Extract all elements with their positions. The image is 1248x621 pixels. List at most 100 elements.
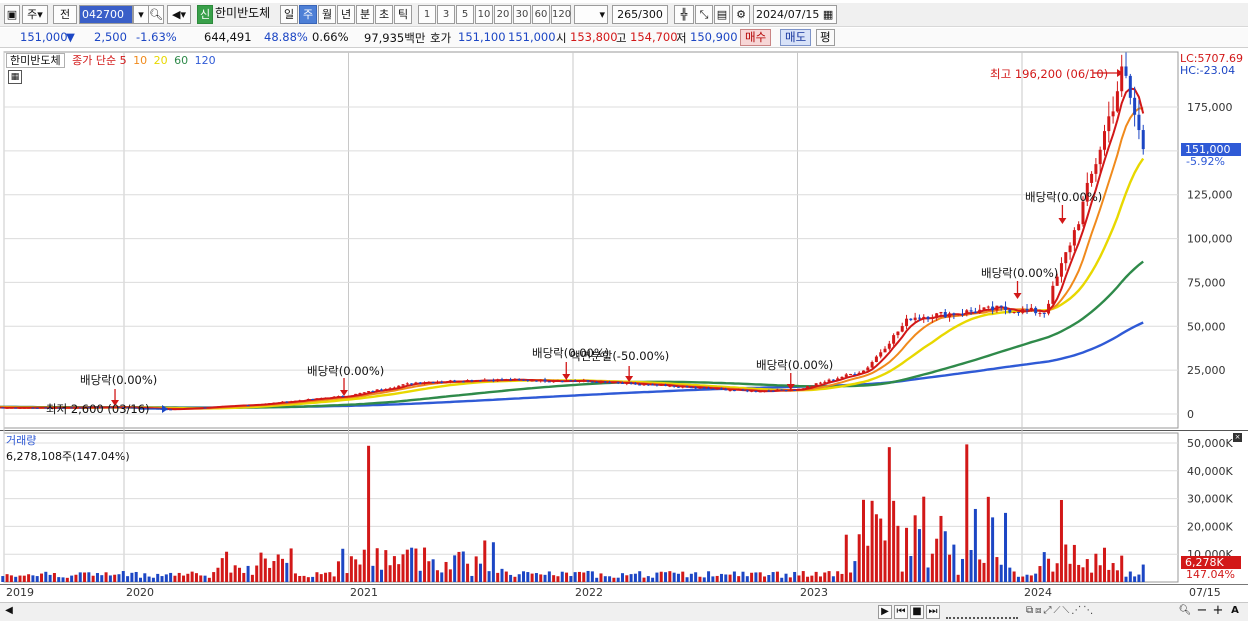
candle-body [448, 380, 452, 382]
volume-bar [702, 577, 706, 582]
tab-second[interactable]: 초 [375, 5, 393, 24]
volume-bar [483, 540, 487, 582]
pyeong-button[interactable]: 평 [816, 29, 835, 46]
candle-body [982, 307, 986, 310]
candle-body [831, 379, 835, 381]
volume-bar [935, 538, 939, 582]
volume-bar [1042, 552, 1046, 582]
scroll-rewind-icon[interactable]: ⏮ [894, 605, 908, 619]
legend-stock-name[interactable]: 한미반도체 [6, 53, 65, 68]
volume-bar [281, 558, 285, 582]
volume-bar [130, 572, 134, 582]
volume-bar [440, 572, 444, 582]
volume-bar [973, 508, 977, 582]
volume-bar [978, 559, 982, 582]
volume-bar [461, 551, 465, 582]
toolbar: ▣ 주▾ 전 042700 ▾ 🔍︎ ◀▾ 신 한미반도체 일 주 월 년 분 … [0, 3, 1248, 27]
candle-body [599, 381, 603, 383]
candle-body [780, 389, 784, 391]
tools-icon[interactable]: ⤡ [695, 5, 713, 24]
zoom-out-icon[interactable]: − [1196, 604, 1208, 619]
tab-week[interactable]: 주 [299, 5, 317, 24]
tab-month[interactable]: 월 [318, 5, 336, 24]
candle-body [534, 380, 538, 382]
price-chart[interactable]: 175,000150,000125,000100,00075,00050,000… [0, 50, 1248, 602]
save-icon[interactable]: ▤ [714, 5, 730, 24]
candle-type-icon[interactable]: ╬ [674, 5, 694, 24]
candle-body [259, 404, 263, 406]
interval-10[interactable]: 10 [475, 5, 493, 24]
volume-bar [991, 517, 995, 582]
data-table-icon[interactable]: ▦ [8, 70, 22, 84]
interval-20[interactable]: 20 [494, 5, 512, 24]
search-icon[interactable]: 🔍︎ [148, 5, 164, 24]
scroll-fastforward-icon[interactable]: ⏭ [926, 605, 940, 619]
candle-body [1102, 131, 1106, 150]
volume-bar [52, 573, 56, 582]
scroll-next-icon[interactable]: ▶ [878, 605, 892, 619]
volume-bar [242, 572, 246, 582]
candle-body [986, 306, 990, 308]
close-panel-icon[interactable]: × [1233, 433, 1242, 442]
volume-bar [780, 577, 784, 582]
stop-icon[interactable]: ■ [910, 605, 924, 619]
volume-bar [582, 572, 586, 582]
volume-bar [31, 575, 35, 582]
prev-button[interactable]: 전 [53, 5, 77, 24]
scroll-left-icon[interactable]: ◀ [4, 605, 14, 619]
volume-bar [547, 571, 551, 582]
price-tick-label: 75,000 [1187, 276, 1226, 289]
zoom-slider[interactable] [946, 605, 1018, 619]
tab-minute[interactable]: 분 [356, 5, 374, 24]
volume-bar [745, 576, 749, 582]
shin-badge[interactable]: 신 [197, 5, 213, 24]
volume-bar [384, 550, 388, 582]
interval-30[interactable]: 30 [513, 5, 531, 24]
volume-bar [1047, 558, 1051, 582]
gear-icon[interactable]: ⚙ [732, 5, 750, 24]
font-size-icon[interactable]: A [1228, 605, 1242, 619]
calendar-icon[interactable]: ▦ [823, 8, 833, 21]
volume-bar [160, 576, 164, 582]
interval-1[interactable]: 1 [418, 5, 436, 24]
volume-tick-label: 20,000K [1187, 520, 1233, 533]
price-change: 2,500 [94, 30, 127, 44]
volume-bar [1081, 567, 1085, 582]
tab-tick[interactable]: 틱 [394, 5, 412, 24]
date-input[interactable]: 2024/07/15 ▦ [753, 5, 837, 24]
candle-body [311, 399, 315, 401]
volume-bar [190, 571, 194, 582]
candle-body [466, 380, 470, 382]
dividend-label-2019: 배당락(0.00%) [80, 373, 158, 387]
custom-interval-dropdown[interactable]: ▾ [574, 5, 608, 24]
candle-body [474, 380, 478, 382]
candle-body [737, 389, 741, 391]
candle-body [345, 396, 349, 398]
code-dropdown-icon[interactable]: ▾ [133, 5, 149, 24]
zoom-in-icon[interactable]: + [1212, 604, 1224, 619]
volume-bar [879, 518, 883, 582]
interval-60[interactable]: 60 [532, 5, 550, 24]
candle-body [573, 380, 577, 382]
drawing-tools[interactable]: ⧉⧈⤢⟋⟍⋰⋱ [1026, 605, 1176, 619]
candle-body [620, 382, 624, 384]
count-input[interactable]: 265/300 [612, 5, 668, 24]
volume-bar [470, 575, 474, 582]
buy-button[interactable]: 매수 [740, 29, 772, 46]
tab-day[interactable]: 일 [280, 5, 298, 24]
sound-dropdown-icon[interactable]: ◀▾ [167, 5, 191, 24]
interval-5[interactable]: 5 [456, 5, 474, 24]
window-layout-icon[interactable]: ▣ [4, 5, 20, 24]
volume-bar [857, 534, 861, 582]
volume-bar [341, 548, 345, 582]
tab-year[interactable]: 년 [337, 5, 355, 24]
sell-button[interactable]: 매도 [780, 29, 812, 46]
volume-bar [664, 572, 668, 582]
interval-120[interactable]: 120 [551, 5, 571, 24]
interval-3[interactable]: 3 [437, 5, 455, 24]
search-zoom-icon[interactable]: 🔍︎ [1178, 605, 1192, 619]
market-type-select[interactable]: 주▾ [22, 5, 48, 24]
candle-body [423, 382, 427, 384]
volume-bar [892, 500, 896, 582]
stock-code-input[interactable]: 042700 [79, 5, 133, 24]
